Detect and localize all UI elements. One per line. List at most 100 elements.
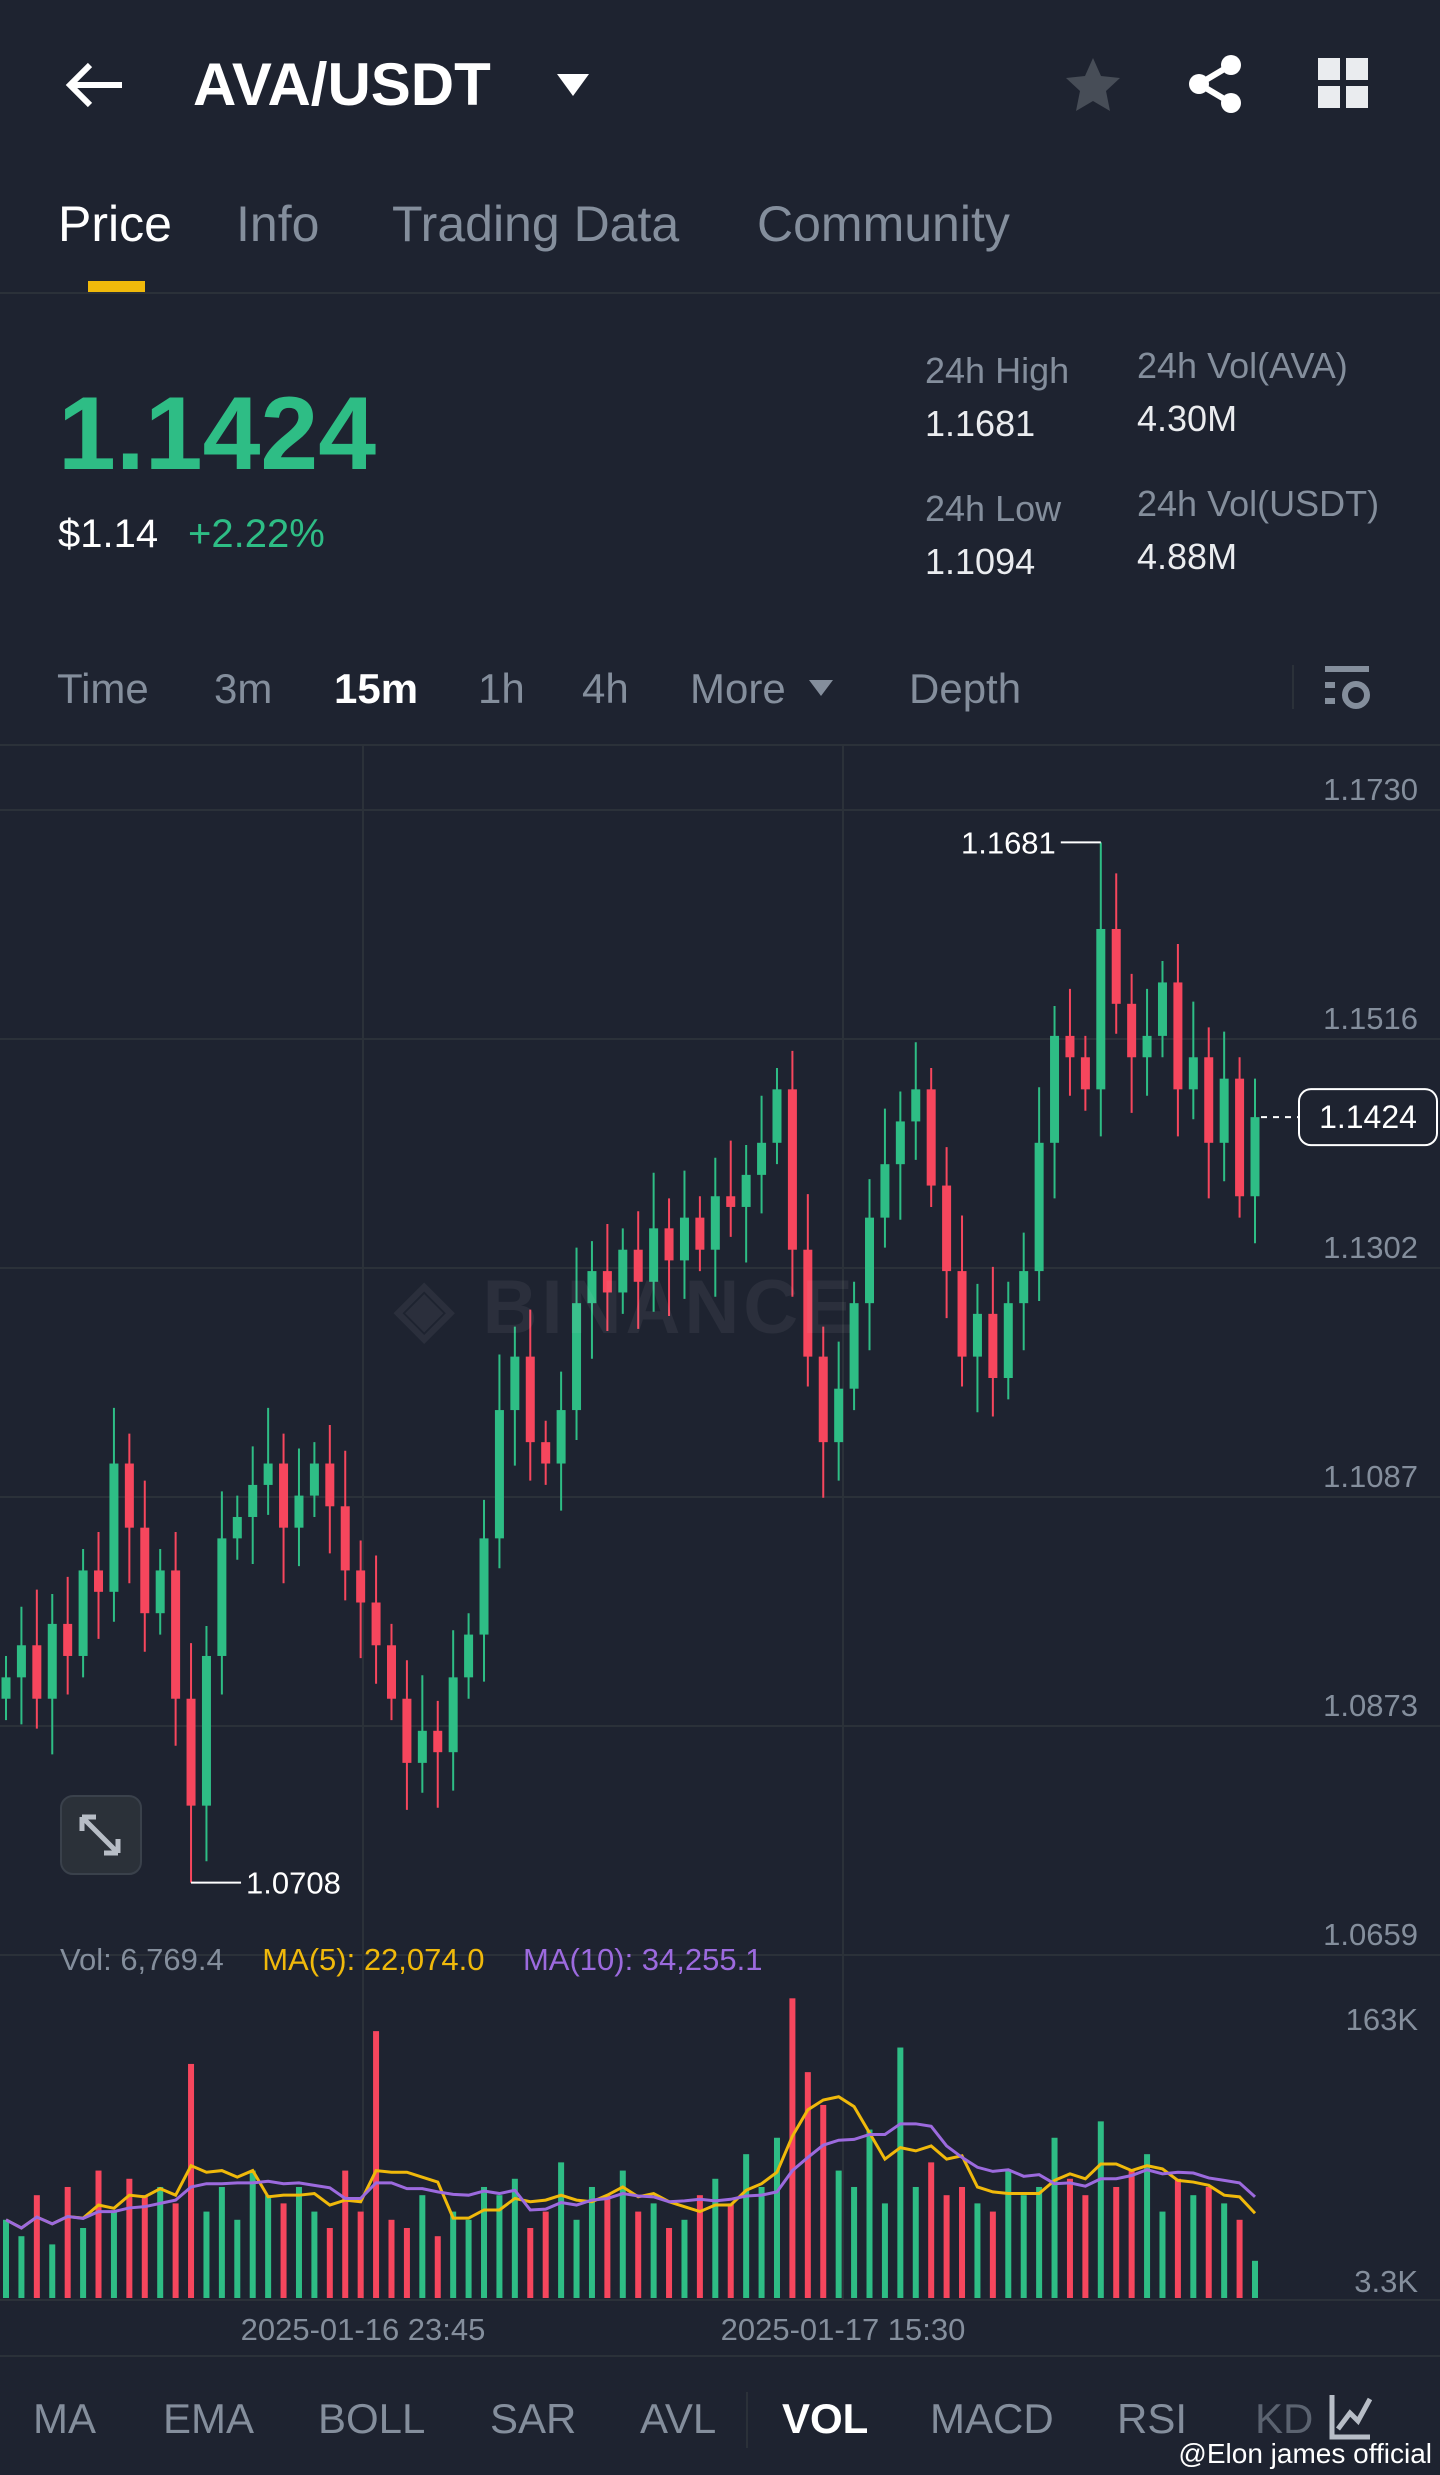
candle-body xyxy=(679,1217,689,1261)
candle-body xyxy=(448,1677,458,1753)
volume-bar xyxy=(881,2203,888,2298)
volume-bar xyxy=(1005,2170,1012,2298)
candle-body xyxy=(109,1463,119,1592)
candle-body xyxy=(895,1121,905,1165)
candle-body xyxy=(479,1538,489,1635)
volume-bar xyxy=(959,2186,966,2298)
candle-body xyxy=(186,1698,196,1806)
indicator-ma[interactable]: MA xyxy=(33,2395,96,2443)
volume-bar xyxy=(789,1998,796,2298)
candle-body xyxy=(1111,928,1121,1004)
volume-bar xyxy=(1252,2260,1258,2298)
candle-body xyxy=(63,1623,73,1656)
volume-bar xyxy=(188,2063,195,2298)
candle-body xyxy=(1050,1035,1060,1143)
volume-bar xyxy=(974,2203,981,2298)
y-tick-label: 1.0873 xyxy=(1323,1688,1418,1723)
ma5-value: MA(5): 22,074.0 xyxy=(262,1942,485,1977)
volume-bar xyxy=(866,2129,873,2298)
candle-body xyxy=(1003,1303,1013,1379)
volume-bar xyxy=(835,2170,842,2298)
candle-body xyxy=(1096,928,1106,1090)
candle-body xyxy=(942,1185,952,1272)
candle-body xyxy=(201,1655,211,1806)
candle-body xyxy=(1065,1035,1075,1058)
divider xyxy=(0,2355,1440,2357)
y-tick-label: 1.1516 xyxy=(1323,1001,1418,1036)
volume-bar xyxy=(666,2227,673,2298)
volume-bar xyxy=(1205,2186,1212,2298)
volume-bar xyxy=(1128,2170,1135,2298)
indicator-kd[interactable]: KD xyxy=(1255,2395,1313,2443)
candle-body xyxy=(1204,1057,1214,1143)
candle-body xyxy=(371,1602,381,1646)
indicator-sar[interactable]: SAR xyxy=(490,2395,576,2443)
candle-body xyxy=(1,1677,11,1699)
volume-bar xyxy=(295,2186,302,2298)
indicator-ema[interactable]: EMA xyxy=(163,2395,254,2443)
candle-body xyxy=(248,1484,258,1517)
volume-bar xyxy=(141,2195,148,2298)
volume-bar xyxy=(604,2195,611,2298)
volume-bar xyxy=(326,2227,333,2298)
indicator-avl[interactable]: AVL xyxy=(640,2395,716,2443)
candle-body xyxy=(464,1634,474,1678)
candle-body xyxy=(525,1356,535,1443)
volume-bar xyxy=(804,2072,811,2298)
volume-bar xyxy=(265,2195,272,2298)
volume-legend: Vol: 6,769.4 MA(5): 22,074.0 MA(10): 34,… xyxy=(60,1942,796,1978)
volume-bar xyxy=(49,2244,56,2298)
candle-body xyxy=(386,1645,396,1699)
binance-watermark: ◈ BINANCE xyxy=(395,1265,857,1350)
volume-bar xyxy=(1144,2154,1151,2298)
volume-bar xyxy=(897,2047,904,2298)
candle-body xyxy=(1250,1117,1260,1197)
indicator-macd[interactable]: MACD xyxy=(930,2395,1054,2443)
volume-bar xyxy=(650,2203,657,2298)
x-tick-label: 2025-01-16 23:45 xyxy=(241,2312,486,2347)
volume-bar xyxy=(465,2219,472,2298)
credit-watermark: @Elon james official xyxy=(1178,2438,1432,2469)
candle-body xyxy=(494,1410,504,1539)
volume-bar xyxy=(943,2195,950,2298)
min-price-label: 1.0708 xyxy=(246,1866,341,1901)
volume-bar xyxy=(1082,2195,1089,2298)
candle-body xyxy=(880,1164,890,1218)
volume-bar xyxy=(311,2211,318,2298)
candle-body xyxy=(1142,1035,1152,1058)
candle-body xyxy=(94,1570,104,1592)
volume-bar xyxy=(743,2154,750,2298)
candle-body xyxy=(957,1271,967,1357)
expand-icon[interactable] xyxy=(60,1795,142,1875)
candle-body xyxy=(356,1570,366,1603)
candle-body xyxy=(1019,1271,1029,1304)
candle-body xyxy=(1080,1057,1090,1090)
volume-bar xyxy=(249,2170,256,2298)
candle-body xyxy=(1188,1057,1198,1090)
indicator-rsi[interactable]: RSI xyxy=(1117,2395,1187,2443)
volume-y-tick: 3.3K xyxy=(1354,2264,1418,2299)
candle-body xyxy=(726,1196,736,1207)
candle-body xyxy=(155,1570,165,1614)
candle-body xyxy=(1173,982,1183,1090)
candlestick-chart[interactable]: 1.1730 1.1516 1.1302 1.1087 1.0873 1.0659 2025… xyxy=(0,0,1440,2475)
candle-body xyxy=(972,1313,982,1357)
volume-bar xyxy=(388,2219,395,2298)
volume-bar xyxy=(203,2211,210,2298)
indicator-settings-icon[interactable] xyxy=(1328,2393,1372,2441)
volume-bar xyxy=(511,2178,518,2298)
volume-bar xyxy=(1236,2219,1243,2298)
volume-bar xyxy=(481,2186,488,2298)
volume-bar xyxy=(1066,2178,1073,2298)
volume-bar xyxy=(681,2219,688,2298)
volume-bar xyxy=(172,2203,179,2298)
max-price-label: 1.1681 xyxy=(961,825,1056,860)
volume-bar xyxy=(218,2186,225,2298)
candle-body xyxy=(124,1463,134,1528)
indicator-boll[interactable]: BOLL xyxy=(318,2395,425,2443)
indicator-vol[interactable]: VOL xyxy=(782,2395,868,2443)
volume-bar xyxy=(928,2162,935,2298)
volume-bar xyxy=(342,2170,349,2298)
volume-bar xyxy=(588,2186,595,2298)
y-tick-label: 1.1730 xyxy=(1323,772,1418,807)
